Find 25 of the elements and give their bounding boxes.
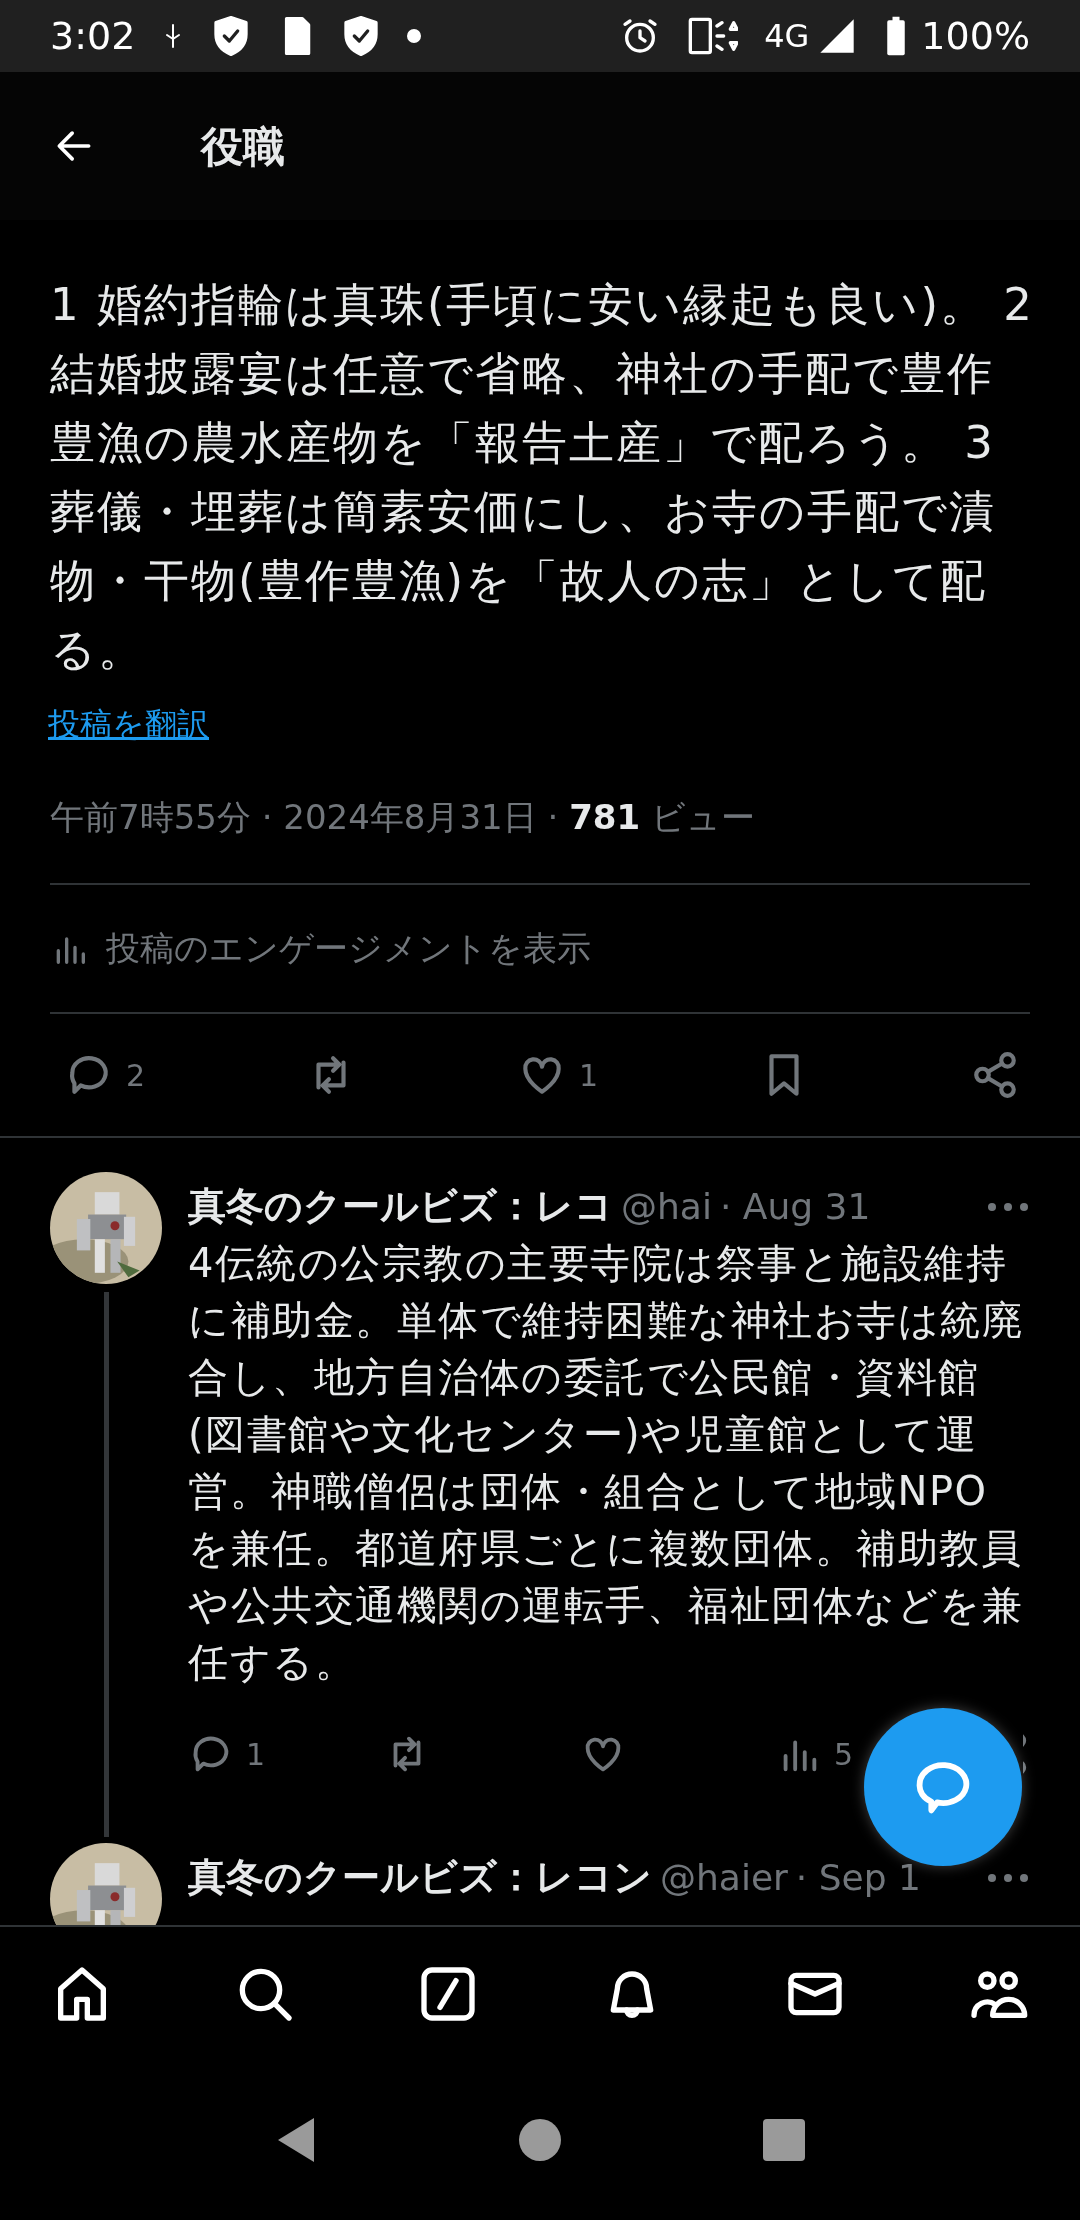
clock-time: 3:02: [50, 12, 136, 60]
post-text: 1 婚約指輪は真珠(手頃に安い縁起も良い)。 2 結婚披露宴は任意で省略、神社の手配で豊作豊漁の農水産物を「報告土産」で配ろう。 3 葬儀・埋葬は簡素安価にし、お寺の手配で漬物・干物(豊作豊漁)を「故人の志」として配る。: [49, 277, 1035, 678]
engagement-link[interactable]: 投稿のエンゲージメントを表示: [106, 923, 591, 974]
reply-button[interactable]: 1: [188, 1731, 384, 1777]
battery-level: 100%: [921, 12, 1030, 60]
dot-icon: [407, 29, 422, 43]
vibrate-icon: [686, 16, 739, 56]
author-handle: @hai: [621, 1184, 712, 1229]
reply-button[interactable]: 2: [64, 1050, 146, 1100]
post-meta: 午前7時55分 · 2024年8月31日 · 781 ビュー: [49, 796, 756, 839]
recents-nav-icon[interactable]: [762, 2118, 806, 2162]
author-name: 真冬のクールビズ：レコ: [188, 1183, 613, 1230]
author-handle: @haier: [660, 1855, 788, 1900]
home-nav-icon[interactable]: [518, 2118, 562, 2162]
reply-text: 4伝統の公宗教の主要寺院は祭事と施設維持に補助金。単体で維持困難な神社お寺は統廃合し、地方自治体の委託で公民館・資料館(図書館や文化センター)や児童館として運営。神職僧侶は団体・組合として地域NPOを兼任。都道府県ごとに複数団体。補助教員や公共交通機関の運転手、福祉団体などを兼任する。: [188, 1239, 1024, 1687]
page-title: 役職: [201, 120, 285, 173]
translate-link[interactable]: 投稿を翻訳: [48, 705, 209, 743]
more-icon: [986, 1872, 1030, 1884]
like-button[interactable]: 1: [517, 1050, 599, 1100]
more-icon: [986, 1201, 1030, 1213]
author-name: 真冬のクールビズ：レコン: [188, 1854, 652, 1901]
post-date: · Aug 31: [719, 1184, 871, 1229]
views-button[interactable]: 5: [776, 1731, 854, 1777]
post-date: · Sep 1: [795, 1855, 921, 1900]
network-type: 4G: [764, 16, 810, 57]
